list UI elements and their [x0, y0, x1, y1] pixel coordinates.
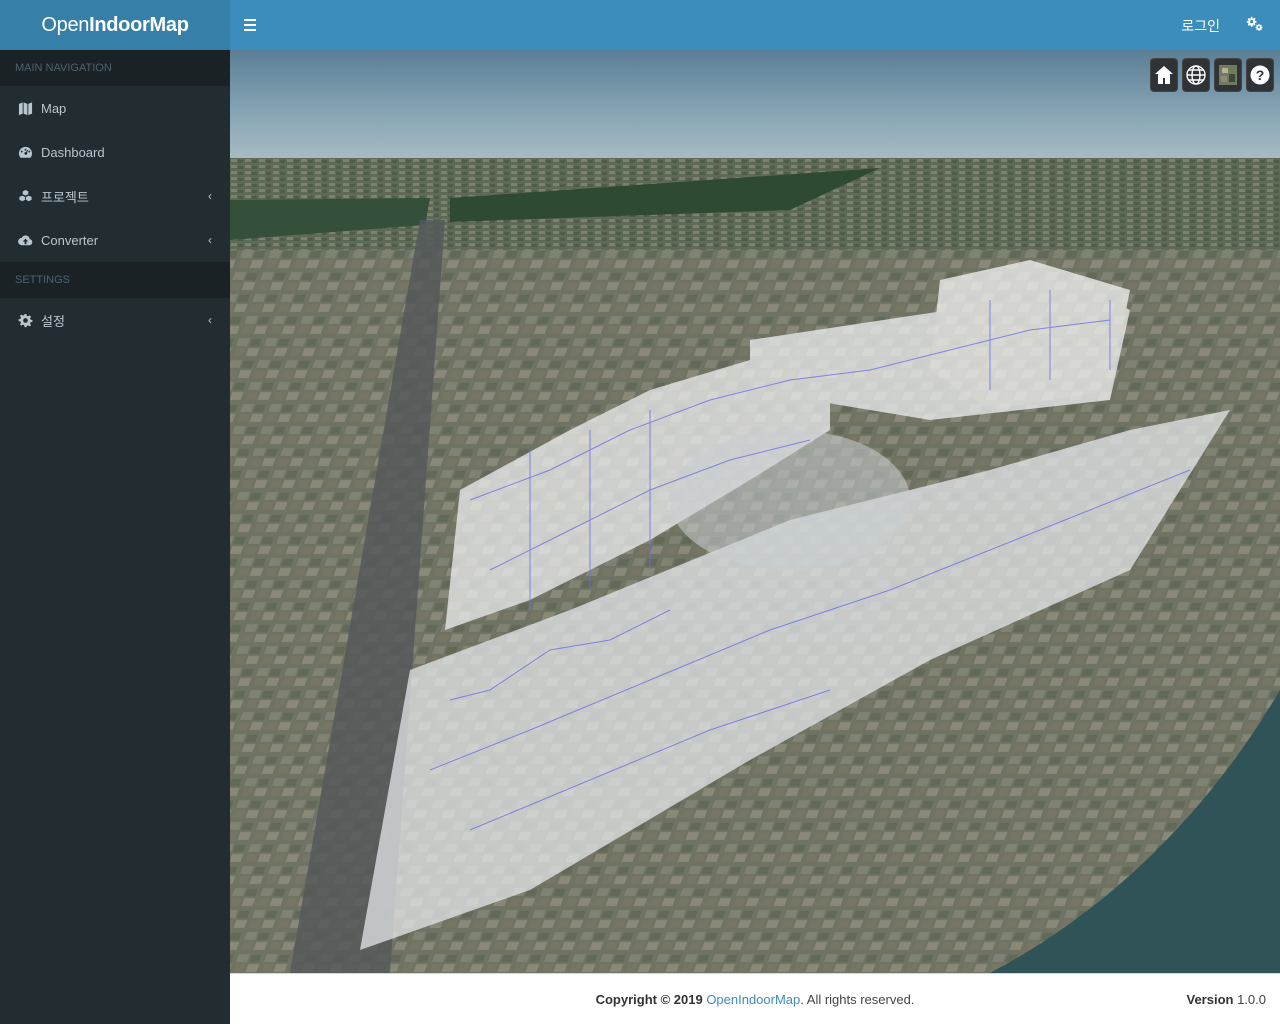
sidebar-item-project[interactable]: 프로젝트 ‹ — [0, 174, 230, 218]
chevron-left-icon: ‹ — [208, 313, 212, 327]
sidebar-item-label: Dashboard — [41, 144, 105, 160]
version-label: Version — [1186, 992, 1234, 1007]
copyright-link[interactable]: OpenIndoorMap — [706, 992, 800, 1007]
copyright-text: Copyright © 2019 OpenIndoorMap. All righ… — [230, 992, 1280, 1007]
logo-text-light: Open — [41, 13, 90, 36]
logo-text-bold1: Indoor — [89, 13, 150, 36]
main-navigation-header: MAIN NAVIGATION — [0, 50, 230, 86]
control-sidebar-cogs-icon[interactable] — [1246, 15, 1266, 35]
sidebar: Open Indoor Map MAIN NAVIGATION Map Dashbo… — [0, 0, 230, 1024]
sidebar-item-label: 프로젝트 — [41, 189, 89, 205]
copyright-prefix: Copyright © 2019 — [595, 992, 703, 1007]
sidebar-item-settings[interactable]: 설정 ‹ — [0, 298, 230, 342]
chevron-left-icon: ‹ — [208, 189, 212, 203]
cubes-icon — [17, 188, 33, 204]
3d-map-scene[interactable] — [230, 50, 1280, 973]
sidebar-item-converter[interactable]: Converter ‹ — [0, 218, 230, 262]
cloud-upload-icon — [17, 232, 33, 248]
settings-header: SETTINGS — [0, 262, 230, 298]
sidebar-item-map[interactable]: Map — [0, 86, 230, 130]
layer-picker-button[interactable] — [1214, 58, 1242, 92]
globe-button[interactable] — [1182, 58, 1210, 92]
map-icon — [17, 100, 33, 116]
login-link[interactable]: 로그인 — [1181, 16, 1220, 36]
sidebar-item-label: 설정 — [41, 313, 65, 329]
map-toolbar: ? — [1150, 58, 1274, 92]
logo-text-bold2: Map — [149, 13, 189, 36]
help-button[interactable]: ? — [1246, 58, 1274, 92]
gear-icon — [17, 312, 33, 328]
help-icon: ? — [1250, 65, 1270, 85]
hamburger-icon — [244, 19, 256, 21]
globe-icon — [1186, 65, 1206, 85]
sidebar-item-dashboard[interactable]: Dashboard — [0, 130, 230, 174]
copyright-suffix: . All rights reserved. — [800, 992, 915, 1007]
sidebar-toggle-button[interactable] — [240, 13, 262, 37]
home-button[interactable] — [1150, 58, 1178, 92]
sidebar-item-label: Converter — [41, 232, 99, 248]
sidebar-item-label: Map — [41, 100, 67, 116]
svg-text:?: ? — [1256, 67, 1265, 83]
version-info: Version 1.0.0 — [1186, 992, 1266, 1007]
map-viewport[interactable]: ? — [230, 50, 1280, 973]
top-navbar: 로그인 — [230, 0, 1280, 50]
app-logo[interactable]: Open Indoor Map — [0, 0, 230, 50]
dashboard-icon — [17, 144, 33, 160]
chevron-left-icon: ‹ — [208, 233, 212, 247]
layer-picker-icon — [1219, 65, 1237, 85]
home-icon — [1155, 66, 1173, 84]
version-value: 1.0.0 — [1237, 992, 1266, 1007]
footer: Copyright © 2019 OpenIndoorMap. All righ… — [230, 973, 1280, 1024]
